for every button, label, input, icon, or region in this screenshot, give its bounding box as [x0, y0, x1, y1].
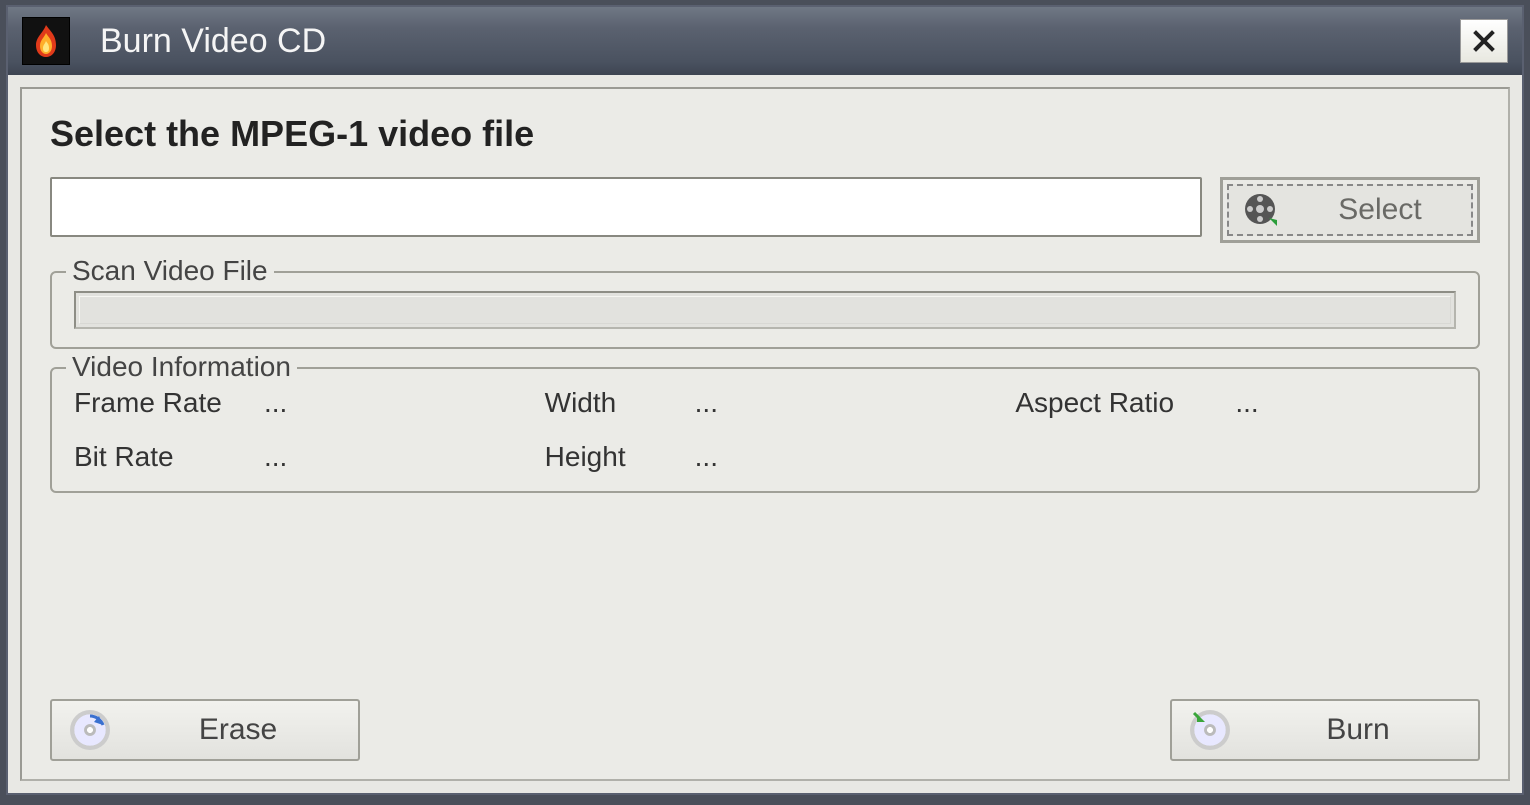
footer-actions: Erase Burn: [50, 699, 1480, 761]
info-grid: Frame Rate ... Width ... Aspect Ratio ..…: [74, 387, 1456, 473]
erase-button-label: Erase: [136, 713, 340, 747]
width-label: Width: [545, 387, 695, 419]
height-value: ...: [695, 441, 718, 473]
close-button[interactable]: [1460, 19, 1508, 63]
height-label: Height: [545, 441, 695, 473]
info-empty-cell: [1015, 441, 1456, 473]
info-legend: Video Information: [66, 351, 297, 383]
frame-rate-item: Frame Rate ...: [74, 387, 515, 419]
burn-button-label: Burn: [1256, 713, 1460, 747]
film-reel-icon: [1243, 192, 1279, 228]
erase-button[interactable]: Erase: [50, 699, 360, 761]
video-info-fieldset: Video Information Frame Rate ... Width .…: [50, 367, 1480, 493]
aspect-ratio-label: Aspect Ratio: [1015, 387, 1235, 419]
scan-progress-bar: [74, 291, 1456, 329]
width-item: Width ...: [545, 387, 986, 419]
cd-burn-icon: [1190, 710, 1230, 750]
select-button-label: Select: [1303, 193, 1457, 227]
cd-erase-icon: [70, 710, 110, 750]
select-button-frame: Select: [1220, 177, 1480, 243]
frame-rate-label: Frame Rate: [74, 387, 264, 419]
bit-rate-value: ...: [264, 441, 287, 473]
dialog-body: Select the MPEG-1 video file Select: [20, 87, 1510, 781]
burn-button[interactable]: Burn: [1170, 699, 1480, 761]
width-value: ...: [695, 387, 718, 419]
bit-rate-item: Bit Rate ...: [74, 441, 515, 473]
app-icon: [22, 17, 70, 65]
scan-legend: Scan Video File: [66, 255, 274, 287]
fire-icon: [26, 21, 66, 61]
close-icon: [1473, 30, 1495, 52]
titlebar: Burn Video CD: [8, 7, 1522, 75]
aspect-ratio-item: Aspect Ratio ...: [1015, 387, 1456, 419]
frame-rate-value: ...: [264, 387, 287, 419]
window-title: Burn Video CD: [100, 22, 1460, 61]
scan-video-fieldset: Scan Video File: [50, 271, 1480, 349]
video-file-input[interactable]: [50, 177, 1202, 237]
aspect-ratio-value: ...: [1235, 387, 1258, 419]
select-file-button[interactable]: Select: [1227, 184, 1473, 236]
height-item: Height ...: [545, 441, 986, 473]
burn-video-cd-window: Burn Video CD Select the MPEG-1 video fi…: [6, 5, 1524, 795]
page-heading: Select the MPEG-1 video file: [50, 113, 1480, 155]
bit-rate-label: Bit Rate: [74, 441, 264, 473]
file-select-row: Select: [50, 177, 1480, 243]
